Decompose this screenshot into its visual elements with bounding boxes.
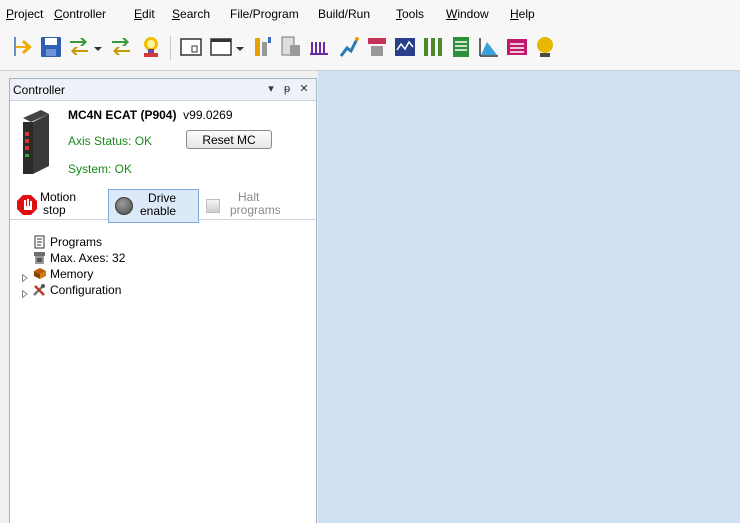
window-icon[interactable] — [208, 34, 234, 60]
motion-stop-label: Motion stop — [40, 191, 76, 217]
programs-icon — [32, 235, 47, 249]
menu-project-label: roject — [14, 7, 44, 21]
panel-title-bar: Controller ▾ ᵽ ✕ — [10, 79, 316, 101]
menu-controller-label: ontroller — [62, 7, 107, 21]
controller-device-icon — [15, 106, 55, 176]
drive-enable-line2: enable — [140, 204, 177, 218]
menu-build-run[interactable]: Build/Run — [318, 7, 370, 21]
close-icon[interactable]: ✕ — [297, 82, 311, 96]
tree-item-label: Configuration — [50, 283, 122, 297]
menu-help-mnemonic: H — [510, 7, 519, 21]
menu-build-run-label: Build/Run — [318, 7, 371, 21]
expand-arrow-icon[interactable] — [22, 270, 28, 283]
controller-status-box: MC4N ECAT (P904) v99.0269 Axis Status: O… — [10, 101, 316, 223]
open-project-icon[interactable] — [10, 34, 36, 60]
terminal-icon[interactable] — [178, 34, 204, 60]
tree-item-label: Programs — [50, 235, 103, 249]
vr-icon[interactable] — [532, 34, 558, 60]
drive-enable-button[interactable]: Drive enable — [108, 189, 199, 223]
memory-icon — [32, 267, 47, 281]
chart-icon[interactable] — [476, 34, 502, 60]
program-wizard-icon[interactable] — [250, 34, 276, 60]
network-icon[interactable] — [108, 34, 134, 60]
expand-arrow-icon[interactable] — [22, 286, 28, 299]
tree-item-label: Max. Axes: 32 — [50, 251, 126, 265]
workspace-area — [318, 71, 740, 523]
pin-icon[interactable]: ᵽ — [280, 82, 294, 96]
halt-line2: programs — [230, 203, 281, 217]
drive-enable-label: Drive enable — [140, 192, 176, 218]
menu-edit-label: dit — [142, 7, 155, 21]
axis-status: Axis Status: OK — [68, 134, 153, 148]
menu-project[interactable]: Project — [6, 7, 43, 21]
menu-help[interactable]: Help — [510, 7, 535, 21]
menu-tools[interactable]: Tools — [396, 7, 424, 21]
menu-help-label: elp — [518, 7, 535, 21]
halt-icon — [206, 199, 220, 213]
list-icon[interactable] — [504, 34, 530, 60]
menu-window[interactable]: Window — [446, 7, 489, 21]
toolbar — [0, 28, 740, 71]
scope-icon[interactable] — [306, 34, 332, 60]
menu-file-program-prefix: File/Pro — [230, 7, 272, 21]
menu-bar: Project Controller Edit Search File/Prog… — [0, 0, 740, 28]
halt-line1: Halt — [238, 190, 260, 204]
axes-icon — [32, 251, 47, 265]
menu-controller[interactable]: Controller — [54, 7, 106, 21]
drive-enable-indicator-icon — [115, 197, 133, 215]
menu-search[interactable]: Search — [172, 7, 210, 21]
window-dropdown-icon[interactable] — [236, 42, 244, 51]
table-icon[interactable] — [448, 34, 474, 60]
tree-item-label: Memory — [50, 267, 94, 281]
stop-hand-icon — [16, 194, 38, 216]
menu-tools-label: ools — [402, 7, 425, 21]
controller-name: MC4N ECAT (P904) v99.0269 — [68, 108, 233, 122]
menu-edit-mnemonic: E — [134, 7, 143, 21]
menu-edit[interactable]: Edit — [134, 7, 155, 21]
menu-search-mnemonic: S — [172, 7, 181, 21]
motion-stop-line1: Motion — [40, 190, 77, 204]
controller-model: MC4N ECAT (P904) — [68, 108, 177, 122]
axis-icon[interactable] — [364, 34, 390, 60]
menu-file-program[interactable]: File/Program — [230, 7, 299, 21]
menu-search-label: earch — [180, 7, 211, 21]
save-icon[interactable] — [38, 34, 64, 60]
panel-title: Controller — [13, 83, 66, 97]
menu-file-program-label: ram — [278, 7, 299, 21]
chevron-down-icon[interactable]: ▾ — [264, 82, 278, 96]
configuration-icon — [32, 283, 47, 297]
system-status: System: OK — [68, 162, 133, 176]
menu-project-mnemonic: P — [6, 7, 15, 21]
robot-icon[interactable] — [336, 34, 362, 60]
connect-icon[interactable] — [66, 34, 92, 60]
motor-icon[interactable] — [392, 34, 418, 60]
halt-programs-label: Halt programs — [230, 191, 281, 217]
menu-window-label: indow — [457, 7, 489, 21]
halt-programs-button[interactable]: Halt programs — [206, 191, 306, 221]
io-icon[interactable] — [420, 34, 446, 60]
reset-mc-button[interactable]: Reset MC — [186, 130, 272, 149]
help-icon[interactable] — [138, 34, 164, 60]
motion-stop-button[interactable]: Motion stop — [16, 191, 106, 221]
firmware-version: v99.0269 — [183, 108, 233, 122]
toolbar-separator — [170, 36, 171, 60]
connect-dropdown-icon[interactable] — [94, 42, 102, 51]
menu-window-mnemonic: W — [446, 7, 458, 21]
program-icon[interactable] — [278, 34, 304, 60]
menu-controller-mnemonic: C — [54, 7, 63, 21]
motion-stop-line2: stop — [43, 203, 66, 217]
controller-panel: Controller ▾ ᵽ ✕ MC4N ECAT (P904) v99.02… — [9, 78, 317, 523]
drive-enable-line1: Drive — [148, 191, 177, 205]
